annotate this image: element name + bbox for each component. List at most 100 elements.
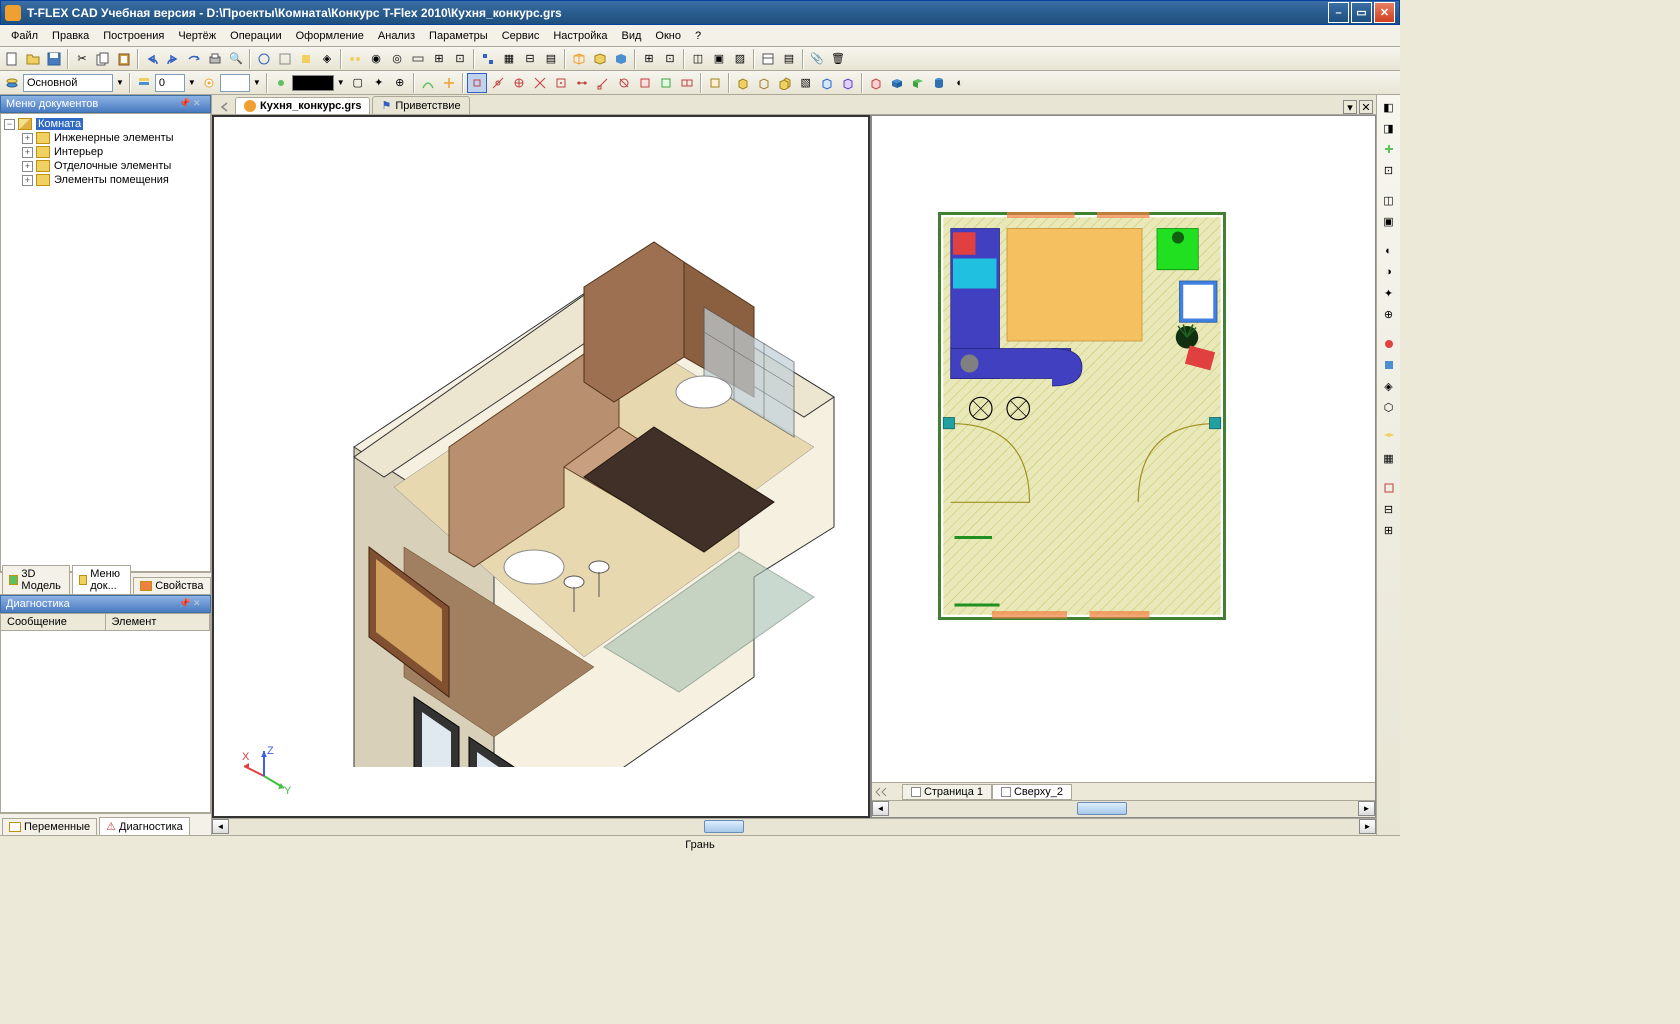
copy-icon[interactable] (93, 49, 113, 69)
tool-k-icon[interactable] (478, 49, 498, 69)
preview-icon[interactable]: 🔍 (226, 49, 246, 69)
menu-design[interactable]: Оформление (289, 28, 371, 44)
maximize-button[interactable]: ▭ (1351, 2, 1372, 23)
param-input[interactable] (220, 74, 250, 92)
snap12-icon[interactable] (705, 73, 725, 93)
diag-col-message[interactable]: Сообщение (1, 614, 106, 630)
page-tab-1[interactable]: Страница 1 (902, 784, 992, 800)
box5-icon[interactable] (817, 73, 837, 93)
rtool-18-icon[interactable]: ⊟ (1379, 499, 1399, 519)
undo-icon[interactable] (142, 49, 162, 69)
page-tab-top[interactable]: Сверху_2 (992, 784, 1072, 800)
box1-icon[interactable] (733, 73, 753, 93)
snap8-icon[interactable] (614, 73, 634, 93)
snap5-icon[interactable] (551, 73, 571, 93)
tab-doc-menu[interactable]: Меню док... (72, 565, 131, 594)
tool-h-icon[interactable] (408, 49, 428, 69)
scrollbar-h-left[interactable]: ◄► (212, 818, 1376, 835)
tool-shade-icon[interactable] (590, 49, 610, 69)
tool-attach-icon[interactable]: 📎 (807, 49, 827, 69)
snap1-icon[interactable] (467, 73, 487, 93)
rtool-12-icon[interactable] (1379, 355, 1399, 375)
rtool-14-icon[interactable]: ⬡ (1379, 397, 1399, 417)
rtool-5-icon[interactable]: ◫ (1379, 190, 1399, 210)
snap7-icon[interactable] (593, 73, 613, 93)
menu-constructions[interactable]: Построения (96, 28, 171, 44)
tool-x1-icon[interactable]: ◫ (688, 49, 708, 69)
tab-3d-model[interactable]: 3D Модель (2, 565, 70, 594)
tool2-d-icon[interactable]: ⊕ (390, 73, 410, 93)
snap2-icon[interactable] (488, 73, 508, 93)
tool-m-icon[interactable]: ⊟ (520, 49, 540, 69)
box8-icon[interactable] (887, 73, 907, 93)
rtool-8-icon[interactable]: ◑ (1379, 262, 1399, 282)
menu-analysis[interactable]: Анализ (371, 28, 422, 44)
tool-d-icon[interactable]: ◈ (317, 49, 337, 69)
rtool-11-icon[interactable] (1379, 334, 1399, 354)
box10-icon[interactable] (929, 73, 949, 93)
menu-edit[interactable]: Правка (45, 28, 96, 44)
tool-x3-icon[interactable]: ▨ (730, 49, 750, 69)
redo-icon[interactable] (163, 49, 183, 69)
snap11-icon[interactable] (677, 73, 697, 93)
minimize-button[interactable]: – (1328, 2, 1349, 23)
doc-tab-active[interactable]: Кухня_конкурс.grs (235, 97, 370, 114)
tool-b-icon[interactable] (275, 49, 295, 69)
tool2-f-icon[interactable] (439, 73, 459, 93)
box2-icon[interactable] (754, 73, 774, 93)
tab-menu-icon[interactable]: ▾ (1343, 100, 1357, 114)
layer-icon[interactable] (2, 73, 22, 93)
tree-item[interactable]: +Элементы помещения (4, 173, 207, 187)
tab-properties[interactable]: Свойства (133, 577, 210, 594)
save-icon[interactable] (44, 49, 64, 69)
rtool-16-icon[interactable]: ▦ (1379, 448, 1399, 468)
snap9-icon[interactable] (635, 73, 655, 93)
2d-plan-view[interactable] (872, 116, 1375, 782)
tab-diagnostics[interactable]: ⚠Диагностика (99, 817, 190, 835)
tree-item[interactable]: +Отделочные элементы (4, 159, 207, 173)
tool-g-icon[interactable]: ◎ (387, 49, 407, 69)
menu-drawing[interactable]: Чертёж (171, 28, 223, 44)
tool-c-icon[interactable] (296, 49, 316, 69)
layer-num-input[interactable] (155, 74, 185, 92)
tool-render-icon[interactable] (611, 49, 631, 69)
scrollbar-h-right[interactable]: ◄► (872, 800, 1375, 817)
snap6-icon[interactable] (572, 73, 592, 93)
box9-icon[interactable] (908, 73, 928, 93)
rtool-6-icon[interactable]: ▣ (1379, 211, 1399, 231)
rtool-13-icon[interactable]: ◈ (1379, 376, 1399, 396)
diag-col-element[interactable]: Элемент (106, 614, 211, 630)
tool-f-icon[interactable]: ◉ (366, 49, 386, 69)
box4-icon[interactable]: ▧ (796, 73, 816, 93)
tab-variables[interactable]: Переменные (2, 818, 97, 835)
box7-icon[interactable] (866, 73, 886, 93)
box3-icon[interactable] (775, 73, 795, 93)
snap10-icon[interactable] (656, 73, 676, 93)
menu-file[interactable]: Файл (4, 28, 45, 44)
bullet-icon[interactable] (271, 73, 291, 93)
tool-n-icon[interactable]: ▤ (541, 49, 561, 69)
menu-settings[interactable]: Настройка (546, 28, 614, 44)
tool-l-icon[interactable]: ▦ (499, 49, 519, 69)
tool-e-icon[interactable] (345, 49, 365, 69)
tool-grid-icon[interactable]: ⊞ (639, 49, 659, 69)
tool-snap-icon[interactable]: ⊡ (660, 49, 680, 69)
menu-view[interactable]: Вид (615, 28, 649, 44)
rtool-17-icon[interactable] (1379, 478, 1399, 498)
tool-vars-icon[interactable] (758, 49, 778, 69)
color-swatch[interactable] (292, 75, 334, 91)
tool2-b-icon[interactable]: ▢ (348, 73, 368, 93)
rtool-15-icon[interactable] (1379, 427, 1399, 447)
tool2-a-icon[interactable] (199, 73, 219, 93)
tool-i-icon[interactable]: ⊞ (429, 49, 449, 69)
layer-list-icon[interactable] (134, 73, 154, 93)
rtool-1-icon[interactable]: ◧ (1379, 97, 1399, 117)
pin-icon[interactable]: 📌 (179, 598, 191, 610)
menu-parameters[interactable]: Параметры (422, 28, 495, 44)
menu-window[interactable]: Окно (648, 28, 688, 44)
snap4-icon[interactable] (530, 73, 550, 93)
menu-operations[interactable]: Операции (223, 28, 288, 44)
close-panel-icon[interactable]: ✕ (193, 98, 205, 110)
close-button[interactable]: ✕ (1374, 2, 1395, 23)
menu-help[interactable]: ? (688, 28, 708, 44)
